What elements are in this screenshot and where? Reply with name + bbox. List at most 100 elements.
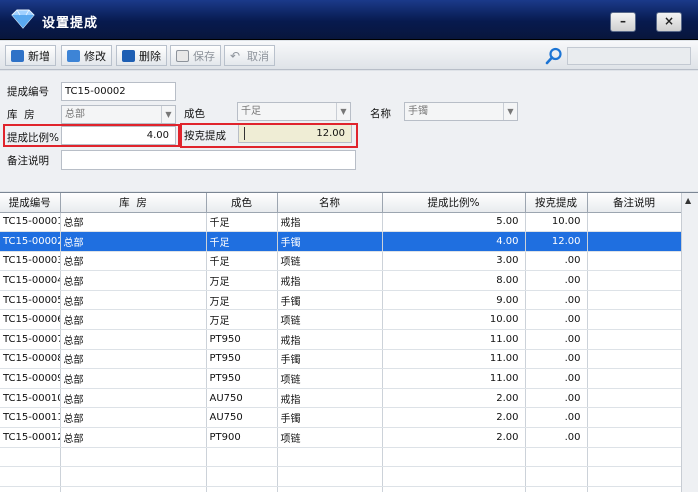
- table-cell: 项链: [277, 251, 383, 272]
- table-cell: [587, 368, 682, 389]
- table-cell: [277, 486, 383, 492]
- table-cell: 总部: [60, 251, 207, 272]
- table-cell: .00: [525, 388, 588, 409]
- table-row[interactable]: TC15-00009 总部 PT950 项链 11.00.00: [0, 368, 682, 389]
- code-field[interactable]: TC15-00002: [61, 82, 176, 101]
- commission-table: 提成编号 库 房 成色 名称 提成比例% 按克提成 备注说明 TC15-0000…: [0, 193, 682, 492]
- table-row[interactable]: TC15-00001 总部 千足 戒指 5.00 10.00: [0, 212, 682, 233]
- table-cell: AU750: [206, 388, 278, 409]
- column-header[interactable]: 提成编号: [0, 193, 61, 213]
- edit-button-label: 修改: [84, 49, 106, 63]
- table-cell: [587, 447, 682, 468]
- table-cell: 10.00: [525, 212, 588, 233]
- column-header[interactable]: 备注说明: [587, 193, 682, 213]
- table-cell: [587, 290, 682, 311]
- table-cell: [587, 329, 682, 350]
- table-cell: 5.00: [382, 212, 526, 233]
- minimize-button[interactable]: –: [610, 12, 636, 32]
- table-cell: AU750: [206, 407, 278, 429]
- table-cell: [277, 447, 383, 468]
- save-icon: [176, 49, 189, 62]
- name-label: 名称: [370, 108, 391, 120]
- new-button[interactable]: 新增: [5, 45, 56, 66]
- data-grid: 提成编号 库 房 成色 名称 提成比例% 按克提成 备注说明 TC15-0000…: [0, 192, 698, 492]
- cancel-button[interactable]: ↶ 取消: [224, 45, 275, 66]
- table-row[interactable]: TC15-00012 总部 PT900 项链 2.00.00: [0, 427, 682, 448]
- cancel-button-label: 取消: [247, 49, 269, 63]
- table-row[interactable]: TC15-00004 总部 万足 戒指 8.00.00: [0, 270, 682, 291]
- save-button[interactable]: 保存: [170, 45, 221, 66]
- chevron-down-icon[interactable]: ▼: [503, 103, 517, 120]
- table-cell: TC15-00011: [0, 407, 61, 429]
- color-select[interactable]: 千足 ▼: [237, 102, 351, 121]
- table-cell: [382, 466, 526, 487]
- column-header[interactable]: 成色: [206, 193, 278, 213]
- table-cell: 手镯: [277, 349, 383, 370]
- table-cell: [587, 270, 682, 291]
- table-cell: [587, 466, 682, 487]
- table-header: 提成编号 库 房 成色 名称 提成比例% 按克提成 备注说明: [0, 193, 682, 213]
- vertical-scrollbar[interactable]: ▲: [681, 193, 698, 492]
- table-cell: 总部: [60, 309, 207, 331]
- edit-icon: [67, 49, 80, 62]
- table-row[interactable]: TC15-00003 总部 千足 项链 3.00.00: [0, 251, 682, 272]
- table-row[interactable]: TC15-00002 总部 千足 手镯 4.00 12.00: [0, 231, 682, 252]
- table-cell: 总部: [60, 270, 207, 291]
- table-cell: PT950: [206, 329, 278, 350]
- table-cell: TC15-00006: [0, 309, 61, 331]
- search-icon[interactable]: [545, 47, 563, 65]
- table-cell: [382, 447, 526, 468]
- table-row[interactable]: TC15-00007 总部 PT950 戒指 11.00.00: [0, 329, 682, 350]
- table-cell: 总部: [60, 388, 207, 409]
- search-input[interactable]: [567, 47, 691, 65]
- add-icon: [11, 49, 24, 62]
- table-cell: 千足: [206, 231, 278, 252]
- table-cell: 项链: [277, 368, 383, 389]
- edit-button[interactable]: 修改: [61, 45, 112, 66]
- new-button-label: 新增: [28, 49, 50, 63]
- remark-field[interactable]: [61, 150, 356, 170]
- delete-button-label: 删除: [139, 49, 161, 63]
- warehouse-select[interactable]: 总部 ▼: [61, 105, 176, 124]
- table-cell: .00: [525, 309, 588, 331]
- table-cell: 12.00: [525, 231, 588, 252]
- column-header[interactable]: 名称: [277, 193, 383, 213]
- table-row[interactable]: TC15-00006 总部 万足 项链 10.00.00: [0, 309, 682, 331]
- edit-form: 提成编号 TC15-00002 库 房 总部 ▼ 成色 千足 ▼ 名称 手镯 ▼…: [0, 71, 698, 191]
- name-select[interactable]: 手镯 ▼: [404, 102, 518, 121]
- table-row[interactable]: TC15-00008 总部 PT950 手镯 11.00.00: [0, 349, 682, 370]
- table-cell: 总部: [60, 407, 207, 429]
- table-row[interactable]: TC15-00010 总部 AU750 戒指 2.00.00: [0, 388, 682, 409]
- table-cell: 2.00: [382, 407, 526, 429]
- table-cell: 项链: [277, 427, 383, 448]
- column-header[interactable]: 提成比例%: [382, 193, 526, 213]
- table-cell: .00: [525, 251, 588, 272]
- table-cell: [382, 486, 526, 492]
- column-header[interactable]: 按克提成: [525, 193, 588, 213]
- table-cell: 总部: [60, 290, 207, 311]
- chevron-down-icon[interactable]: ▼: [161, 106, 175, 123]
- table-cell: TC15-00009: [0, 368, 61, 389]
- table-cell: [587, 407, 682, 429]
- table-cell: .00: [525, 290, 588, 311]
- table-cell: [206, 466, 278, 487]
- ratio-highlight-box: [3, 124, 180, 147]
- scroll-up-icon[interactable]: ▲: [685, 196, 691, 205]
- table-cell: 11.00: [382, 349, 526, 370]
- table-cell: [0, 486, 61, 492]
- table-cell: [60, 447, 207, 468]
- table-cell: 戒指: [277, 388, 383, 409]
- column-header[interactable]: 库 房: [60, 193, 207, 213]
- warehouse-label: 库 房: [7, 109, 35, 121]
- table-cell: 11.00: [382, 368, 526, 389]
- close-button[interactable]: ×: [656, 12, 682, 32]
- table-row[interactable]: TC15-00005 总部 万足 手镯 9.00.00: [0, 290, 682, 311]
- table-cell: 手镯: [277, 290, 383, 311]
- table-cell: 总部: [60, 349, 207, 370]
- delete-button[interactable]: 删除: [116, 45, 167, 66]
- chevron-down-icon[interactable]: ▼: [336, 103, 350, 120]
- table-cell: 戒指: [277, 212, 383, 233]
- empty-table-row: [0, 486, 682, 492]
- save-button-label: 保存: [193, 49, 215, 63]
- table-row[interactable]: TC15-00011 总部 AU750 手镯 2.00.00: [0, 407, 682, 429]
